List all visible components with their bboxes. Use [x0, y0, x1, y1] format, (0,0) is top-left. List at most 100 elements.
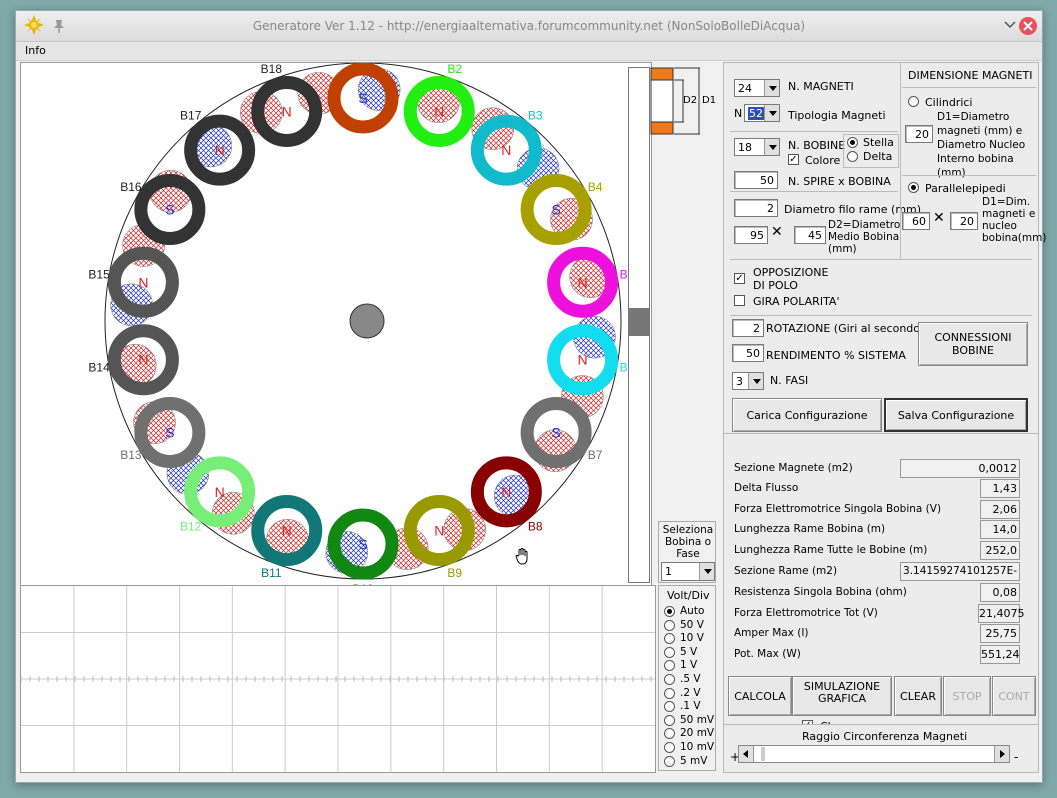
bobina-a-input[interactable]: 95 — [734, 226, 768, 244]
chevron-down-icon[interactable] — [1004, 20, 1016, 30]
cilindrici-input[interactable]: 20 — [905, 125, 933, 143]
magnet-pole-label: N — [578, 274, 588, 290]
magnet-pole-label: S — [165, 425, 174, 441]
coil-label: B3 — [528, 109, 543, 123]
times-sign: ✕ — [771, 224, 783, 240]
volt-div-radio[interactable] — [664, 646, 675, 658]
gira-polarita-label: GIRA POLARITA' — [753, 295, 840, 308]
volt-div-radio[interactable] — [664, 660, 675, 672]
volt-div-radio[interactable] — [664, 619, 675, 631]
coil-label: B12 — [180, 519, 202, 533]
colore-checkbox[interactable]: ✓ — [788, 154, 799, 165]
magnet-pole-label: N — [501, 484, 511, 500]
volt-div-radio[interactable] — [664, 701, 675, 713]
scroll-right-button[interactable] — [994, 746, 1009, 762]
coil-label: B11 — [261, 566, 282, 580]
magnet-pole-label: N — [434, 523, 444, 539]
volt-div-radio[interactable] — [664, 633, 675, 645]
scroll-left-button[interactable] — [739, 746, 754, 762]
volt-div-radio[interactable] — [664, 755, 675, 767]
connessioni-bobine-button[interactable]: CONNESSIONI BOBINE — [918, 322, 1028, 366]
volt-div-radio[interactable] — [664, 606, 675, 617]
d1-label: D1 — [702, 95, 717, 106]
arrow-right-icon — [1000, 750, 1005, 758]
coil-selector-value: 1 — [665, 565, 672, 578]
stop-button[interactable]: STOP — [943, 676, 991, 716]
volt-div-option-label: Auto — [680, 605, 705, 617]
spire-label: N. SPIRE x BOBINA — [788, 175, 891, 188]
clear-button[interactable]: CLEAR — [894, 676, 942, 716]
coil-label: B7 — [588, 448, 603, 462]
result-value: 252,0 — [980, 541, 1020, 560]
raggio-scroll-thumb[interactable] — [761, 747, 765, 761]
rotor-canvas[interactable]: SB1NB2NB3SB4NB5NB6SB7NB8NB9SB10NB11NB12S… — [20, 62, 652, 586]
result-label: Forza Elettromotrice Tot (V) — [734, 607, 878, 619]
gira-polarita-checkbox[interactable] — [734, 295, 745, 306]
parallelepipedi-radio[interactable] — [908, 182, 919, 193]
chevron-down-icon[interactable] — [699, 563, 714, 580]
n-bobine-combo[interactable]: 18 — [734, 138, 780, 156]
magnet-pole-label: S — [358, 536, 367, 552]
result-value: 0,0012 — [900, 459, 1020, 478]
rendimento-label: RENDIMENTO % SISTEMA — [766, 349, 906, 362]
volt-div-radio[interactable] — [664, 687, 675, 699]
stella-label: Stella — [863, 136, 894, 149]
carica-configurazione-button[interactable]: Carica Configurazione — [732, 398, 882, 432]
divider — [730, 131, 898, 132]
volt-div-panel: Volt/Div Auto 50 V 10 V5 V1 V .5 V .2 V .1 V5… — [658, 585, 716, 771]
result-label: Pot. Max (W) — [734, 648, 801, 660]
spire-input[interactable]: 50 — [734, 171, 778, 189]
volt-div-radio[interactable] — [664, 674, 675, 685]
calcola-button[interactable]: CALCOLA — [728, 676, 792, 716]
result-value: 0,08 — [980, 583, 1020, 602]
rendimento-input[interactable]: 50 — [732, 344, 764, 362]
result-label: Lunghezza Rame Tutte le Bobine (m) — [734, 544, 928, 556]
close-icon[interactable] — [1018, 16, 1038, 36]
volt-div-radio[interactable] — [664, 742, 675, 753]
par-a-input[interactable]: 60 — [902, 212, 930, 230]
opposizione-checkbox[interactable]: ✓ — [734, 273, 745, 284]
filo-input[interactable]: 2 — [734, 199, 778, 217]
raggio-scrollbar[interactable] — [738, 745, 1010, 763]
tipologia-value: 52 — [748, 107, 764, 120]
delta-label: Delta — [863, 150, 893, 163]
n-magneti-label: N. MAGNETI — [788, 80, 854, 93]
position-slider-thumb[interactable] — [629, 308, 649, 336]
delta-radio[interactable] — [847, 151, 858, 162]
chevron-down-icon[interactable] — [764, 139, 779, 155]
simulazione-grafica-button[interactable]: SIMULAZIONE GRAFICA — [792, 676, 892, 716]
coil-label: B14 — [88, 361, 110, 375]
arrow-left-icon — [743, 750, 748, 758]
salva-configurazione-button[interactable]: Salva Configurazione — [884, 398, 1028, 432]
volt-div-radio[interactable] — [664, 728, 675, 740]
coil-selector-panel: Seleziona Bobina o Fase 1 — [658, 521, 716, 583]
stella-radio[interactable] — [847, 137, 858, 148]
rotazione-label: ROTAZIONE (Giri al secondo) — [766, 322, 925, 335]
coil-label: B15 — [88, 267, 110, 281]
raggio-label: Raggio Circonferenza Magneti — [802, 730, 968, 743]
tipologia-prefix: N — [734, 107, 743, 120]
bobina-b-input[interactable]: 45 — [794, 226, 826, 244]
n-bobine-label: N. BOBINE — [788, 139, 846, 152]
result-value: 551,24 — [980, 645, 1020, 664]
n-fasi-value: 3 — [736, 375, 743, 388]
menu-info[interactable]: Info — [25, 44, 46, 57]
chevron-down-icon[interactable] — [748, 373, 763, 389]
cont-button[interactable]: CONT — [992, 676, 1036, 716]
divider — [730, 191, 898, 192]
n-fasi-combo[interactable]: 3 — [732, 372, 764, 390]
cilindrici-radio[interactable] — [908, 96, 919, 107]
par-b-input[interactable]: 20 — [950, 212, 978, 230]
volt-div-option-label: .2 V — [680, 686, 701, 699]
par-desc: D1=Dim. magneti e nucleo bobina(mm) — [982, 196, 1047, 244]
simulazione-label: SIMULAZIONE GRAFICA — [803, 680, 881, 705]
volt-div-radio[interactable] — [664, 714, 675, 726]
tipologia-combo[interactable]: 52 — [744, 104, 780, 122]
magnet-pole-label: S — [551, 202, 560, 218]
chevron-down-icon[interactable] — [764, 80, 779, 96]
position-slider-track[interactable] — [628, 67, 650, 583]
coil-selector-combo[interactable]: 1 — [661, 562, 715, 581]
chevron-down-icon[interactable] — [764, 105, 779, 121]
rotazione-input[interactable]: 2 — [732, 319, 764, 337]
n-magneti-combo[interactable]: 24 — [734, 79, 780, 97]
